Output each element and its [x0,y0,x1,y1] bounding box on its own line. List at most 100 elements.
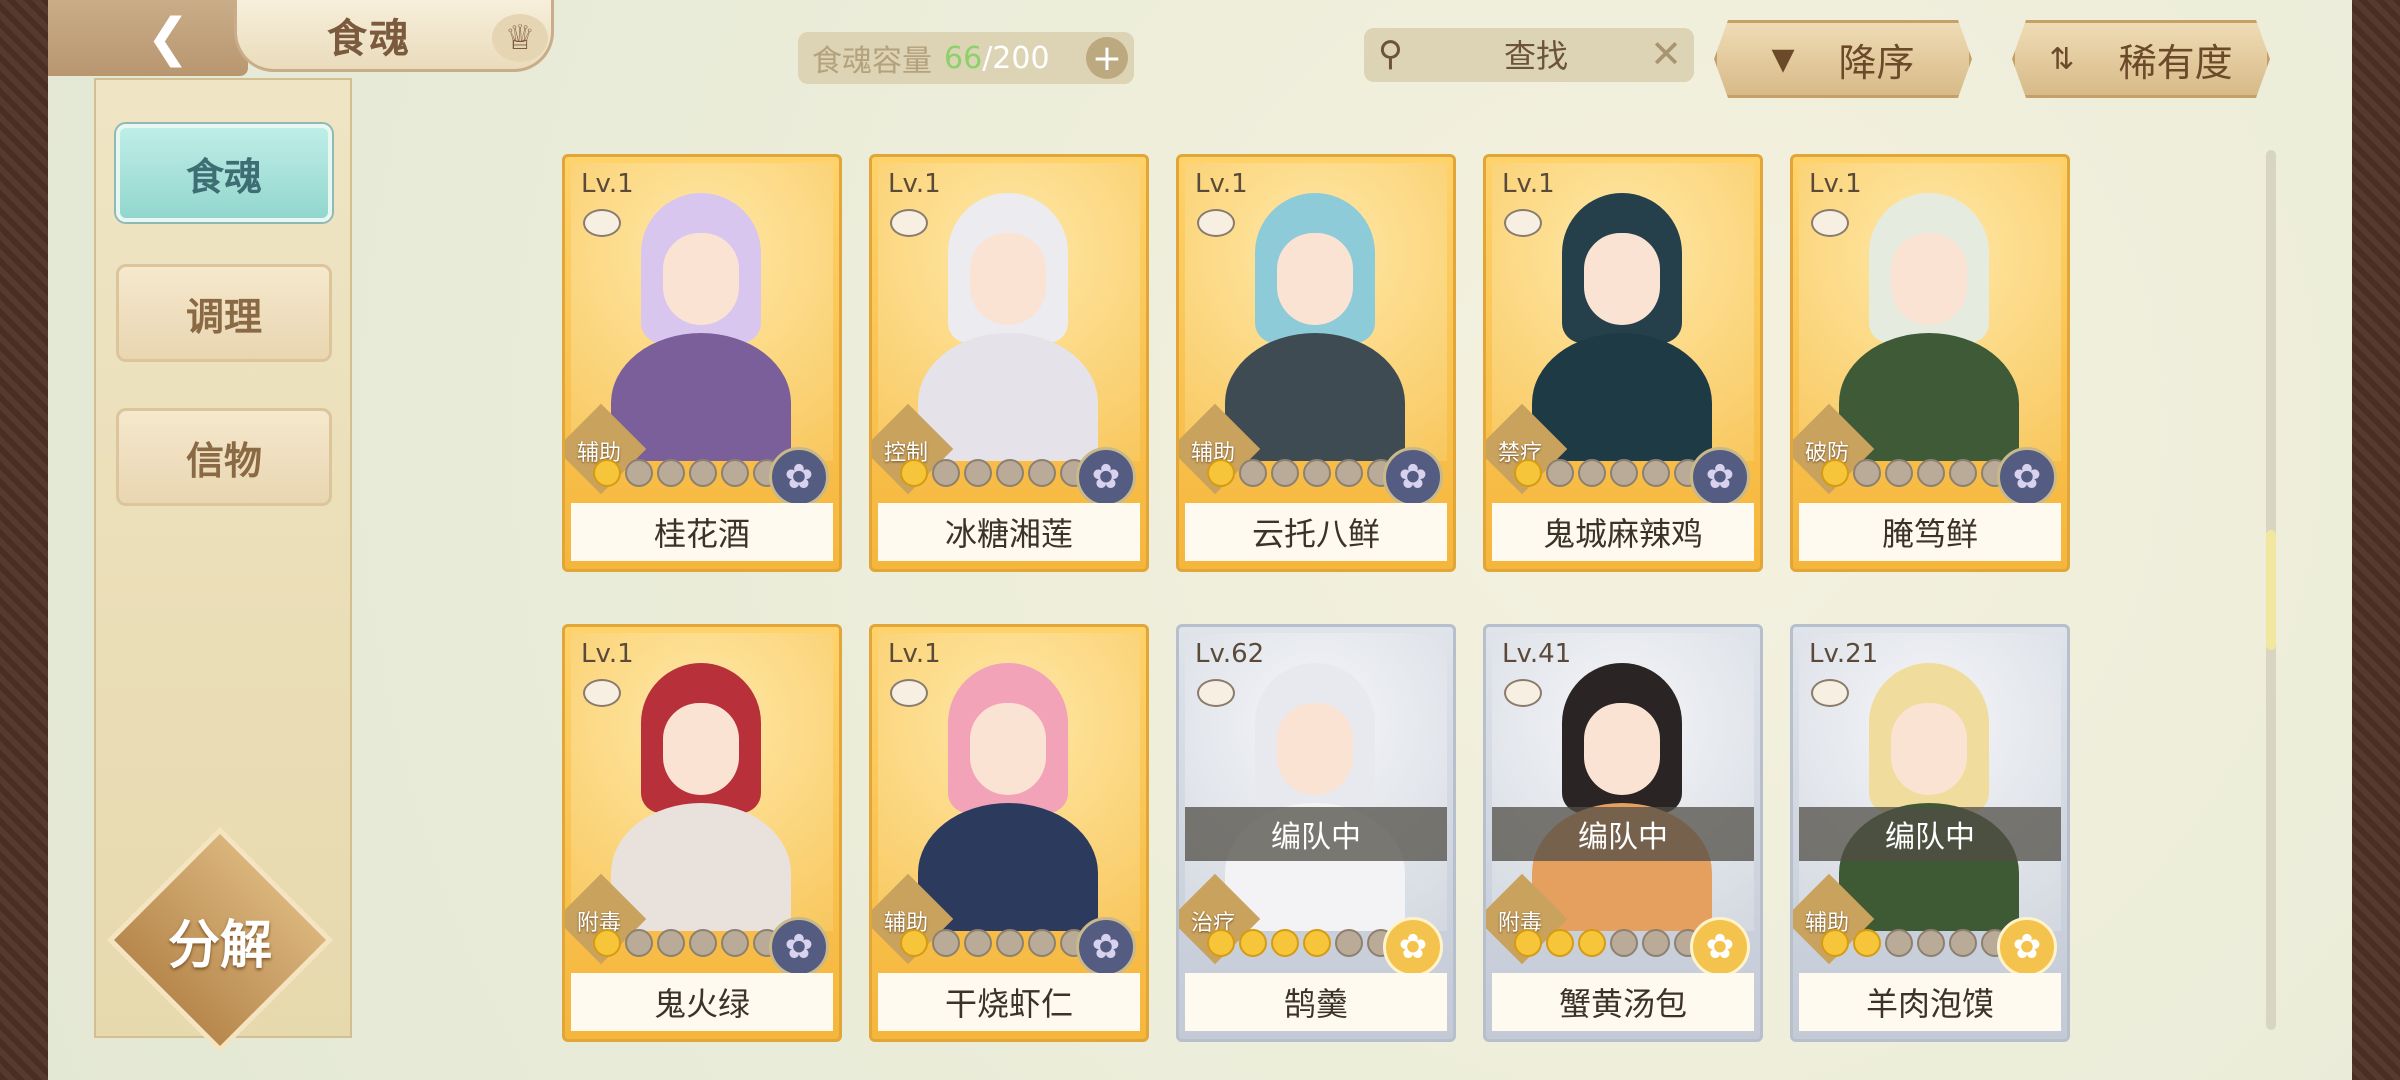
portrait-face [970,233,1046,325]
star-icon [1303,929,1331,957]
level-label: Lv.21 [1809,639,1879,669]
star-icon [1239,929,1267,957]
star-icon [1821,459,1849,487]
star-icon [1271,929,1299,957]
star-rating [900,929,1088,957]
plus-icon[interactable]: + [1086,37,1128,79]
star-rating [1821,459,2009,487]
team-status: 编队中 [1492,807,1754,861]
star-icon [1207,929,1235,957]
star-icon [1028,459,1056,487]
food-soul-card[interactable]: Lv.1 辅助 ✿ 干烧虾仁 [869,624,1149,1042]
search-icon: ⚲ [1378,34,1403,74]
lock-badge-icon [1504,679,1542,707]
star-icon [721,929,749,957]
star-icon [1335,929,1363,957]
food-soul-card[interactable]: Lv.1 附毒 ✿ 鬼火绿 [562,624,842,1042]
lock-badge-icon [890,679,928,707]
star-icon [1514,459,1542,487]
food-soul-card[interactable]: Lv.1 控制 ✿ 冰糖湘莲 [869,154,1149,572]
chrysanthemum-icon: ✿ [1383,447,1443,507]
portrait-face [1891,703,1967,795]
food-soul-card[interactable]: Lv.1 禁疗 ✿ 鬼城麻辣鸡 [1483,154,1763,572]
chrysanthemum-icon: ✿ [1383,917,1443,977]
sort-key-label: 稀有度 [2118,40,2233,85]
food-soul-card[interactable]: Lv.41 编队中 附毒 ✿ 蟹黄汤包 [1483,624,1763,1042]
star-rating [1207,459,1395,487]
star-icon [1303,459,1331,487]
star-icon [1610,459,1638,487]
portrait-face [663,233,739,325]
search-box: ⚲ ✕ [1364,28,1694,84]
level-label: Lv.1 [1809,169,1862,199]
star-icon [900,459,928,487]
chrysanthemum-icon: ✿ [1997,917,2057,977]
card-name: 冰糖湘莲 [878,503,1140,561]
star-icon [1853,929,1881,957]
card-name: 干烧虾仁 [878,973,1140,1031]
star-icon [657,459,685,487]
level-label: Lv.1 [1502,169,1555,199]
card-name: 鬼火绿 [571,973,833,1031]
portrait-face [1277,233,1353,325]
food-soul-card[interactable]: Lv.1 辅助 ✿ 桂花酒 [562,154,842,572]
sidebar-item-tokens[interactable]: 信物 [116,408,332,506]
right-frame [2352,0,2400,1080]
sort-key-button[interactable]: ⇅ 稀有度 [2012,20,2270,98]
team-status: 编队中 [1185,807,1447,861]
star-rating [900,459,1088,487]
sidebar-item-food-souls[interactable]: 食魂 [116,124,332,222]
card-name: 腌笃鲜 [1799,503,2061,561]
left-frame [0,0,48,1080]
food-soul-card[interactable]: Lv.1 辅助 ✿ 云托八鲜 [1176,154,1456,572]
star-rating [1821,929,2009,957]
star-icon [1578,459,1606,487]
back-button[interactable]: ❮ [128,8,208,68]
star-icon [1885,459,1913,487]
food-soul-card[interactable]: Lv.62 编队中 治疗 ✿ 鹄羹 [1176,624,1456,1042]
star-icon [1028,929,1056,957]
close-icon[interactable]: ✕ [1650,32,1682,76]
sort-order-label: 降序 [1838,40,1915,85]
search-input[interactable] [1424,28,1648,84]
star-rating [1514,459,1702,487]
card-name: 羊肉泡馍 [1799,973,2061,1031]
sidebar-item-label: 调理 [185,294,262,339]
star-icon [1207,459,1235,487]
star-icon [932,929,960,957]
star-rating [593,459,781,487]
crown-icon[interactable]: ♕ [492,14,548,62]
sidebar-item-label: 信物 [185,438,262,483]
star-icon [932,459,960,487]
star-icon [1239,459,1267,487]
food-soul-card[interactable]: Lv.1 破防 ✿ 腌笃鲜 [1790,154,2070,572]
portrait-face [1277,703,1353,795]
star-rating [1207,929,1395,957]
chrysanthemum-icon: ✿ [1690,447,1750,507]
level-label: Lv.1 [888,639,941,669]
lock-badge-icon [583,209,621,237]
sidebar-item-conditioning[interactable]: 调理 [116,264,332,362]
capacity-current: 66 [944,40,983,76]
team-status: 编队中 [1799,807,2061,861]
portrait-face [1584,703,1660,795]
star-icon [1949,459,1977,487]
star-icon [1853,459,1881,487]
chrysanthemum-icon: ✿ [1997,447,2057,507]
sidebar-item-label: 食魂 [185,154,262,199]
star-icon [964,929,992,957]
card-name: 蟹黄汤包 [1492,973,1754,1031]
star-icon [657,929,685,957]
chrysanthemum-icon: ✿ [1076,447,1136,507]
decompose-label[interactable]: 分解 [140,910,300,976]
scrollbar-thumb[interactable] [2266,530,2276,650]
level-label: Lv.1 [581,169,634,199]
star-icon [689,929,717,957]
star-icon [1610,929,1638,957]
star-rating [1514,929,1702,957]
star-icon [996,929,1024,957]
chrysanthemum-icon: ✿ [769,447,829,507]
food-soul-card[interactable]: Lv.21 编队中 辅助 ✿ 羊肉泡馍 [1790,624,2070,1042]
sort-order-button[interactable]: ▼ 降序 [1714,20,1972,98]
star-icon [1642,459,1670,487]
